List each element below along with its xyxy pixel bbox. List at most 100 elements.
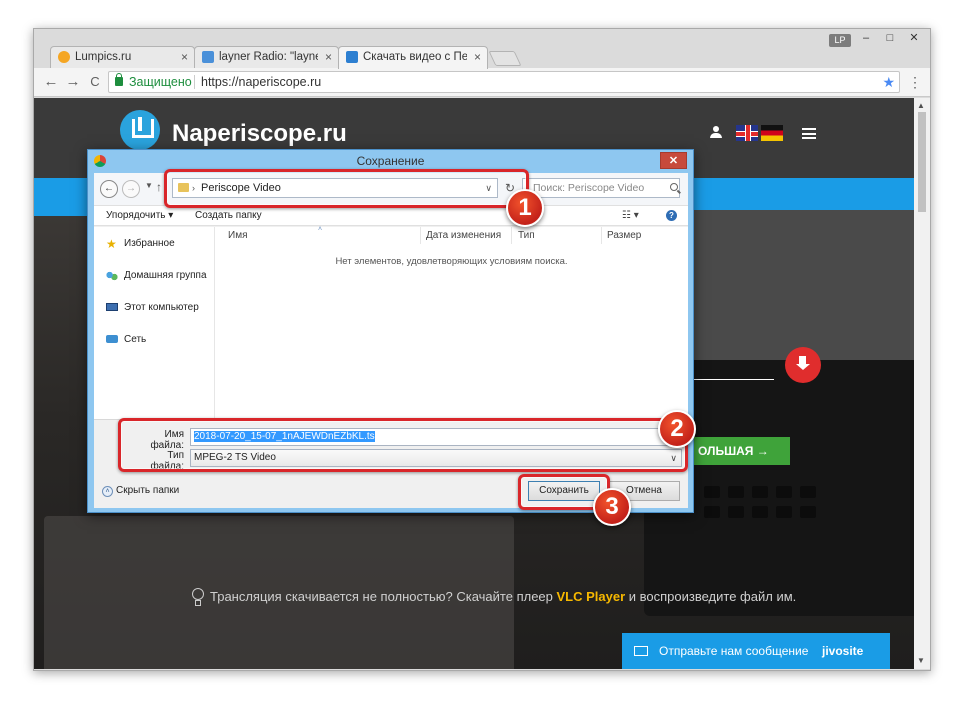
nav-item-this-pc[interactable]: Этот компьютер <box>106 301 199 315</box>
nav-item-favorites[interactable]: ★ Избранное <box>106 237 175 251</box>
nav-item-homegroup[interactable]: Домашняя группа <box>106 269 207 283</box>
column-type[interactable]: Тип <box>518 230 535 241</box>
forward-button[interactable]: → <box>64 72 82 92</box>
browser-menu-icon[interactable]: ⋮ <box>908 72 922 92</box>
dialog-back-button[interactable]: ← <box>100 180 118 198</box>
new-folder-button[interactable]: Создать папку <box>195 206 262 225</box>
tab-close-icon[interactable]: × <box>325 47 332 67</box>
window-controls: – □ ✕ <box>854 31 926 45</box>
vlc-tip: Трансляция скачивается не полностью? Ска… <box>210 589 796 604</box>
nav-label: Избранное <box>124 238 175 249</box>
key-shape <box>752 506 768 518</box>
navigation-pane: ★ Избранное Домашняя группа Этот компьют… <box>94 227 215 419</box>
back-button[interactable]: ← <box>42 72 60 92</box>
collapse-icon: ˄ <box>102 486 113 497</box>
help-icon[interactable]: ? <box>666 210 677 221</box>
key-shape <box>752 486 768 498</box>
laptop-screen <box>659 210 914 360</box>
scroll-up-icon[interactable]: ▲ <box>917 101 925 110</box>
minimize-button[interactable]: – <box>854 31 878 45</box>
naperiscope-favicon-icon <box>346 51 358 63</box>
view-options-button[interactable]: ☷ ▾ <box>622 206 639 225</box>
nav-label: Домашняя группа <box>124 270 207 281</box>
tab-close-icon[interactable]: × <box>474 47 481 67</box>
key-shape <box>800 486 816 498</box>
tab-lumpics[interactable]: Lumpics.ru × <box>50 46 195 68</box>
tab-naperiscope[interactable]: Скачать видео с Перископ × <box>338 46 488 69</box>
more-button[interactable]: ОЛЬШАЯ → <box>694 437 790 465</box>
bookmark-star-icon[interactable]: ★ <box>882 72 895 92</box>
dialog-command-bar: Упорядочить ▾ Создать папку ☷ ▾ ? <box>94 205 688 226</box>
lumpics-favicon-icon <box>58 51 70 63</box>
history-dropdown-icon[interactable]: ▼ <box>145 181 153 190</box>
callout-ring-fields <box>118 418 688 472</box>
reload-button[interactable]: C <box>86 72 104 92</box>
vertical-scrollbar[interactable]: ▲ ▼ <box>914 98 930 669</box>
de-flag-icon[interactable] <box>761 125 783 141</box>
up-folder-icon[interactable]: ↑ <box>156 180 162 194</box>
site-logo-text[interactable]: Naperiscope.ru <box>172 120 347 148</box>
jivo-chat-widget[interactable]: Отправьте нам сообщение jivosite <box>622 633 890 669</box>
column-size[interactable]: Размер <box>607 230 641 241</box>
homegroup-icon <box>106 271 118 281</box>
dialog-close-button[interactable]: ✕ <box>660 152 687 169</box>
empty-folder-message: Нет элементов, удовлетворяющих условиям … <box>335 256 568 267</box>
callout-badge-3: 3 <box>593 488 631 526</box>
profile-badge[interactable]: LP <box>829 34 851 47</box>
address-bar[interactable]: Защищено https://naperiscope.ru ★ <box>108 71 900 93</box>
column-date[interactable]: Дата изменения <box>426 230 501 241</box>
maximize-button[interactable]: □ <box>878 31 902 45</box>
nav-item-network[interactable]: Сеть <box>106 333 146 347</box>
browser-toolbar: ← → C Защищено https://naperiscope.ru ★ … <box>34 68 930 97</box>
tab-label: Lumpics.ru <box>75 51 132 63</box>
column-name[interactable]: Имя <box>228 230 247 241</box>
sort-arrow-icon: ˄ <box>318 226 323 233</box>
key-shape <box>800 506 816 518</box>
tab-label: layner Radio: "layner Radio" <box>219 51 318 63</box>
user-icon[interactable] <box>710 126 722 138</box>
search-icon[interactable] <box>670 183 678 191</box>
scroll-down-icon[interactable]: ▼ <box>917 656 925 665</box>
nav-label: Сеть <box>124 334 147 345</box>
key-shape <box>728 486 744 498</box>
column-divider[interactable] <box>420 227 421 244</box>
chat-label: Отправьте нам сообщение <box>659 644 809 658</box>
lock-icon <box>115 73 123 86</box>
organize-button[interactable]: Упорядочить ▾ <box>106 206 173 225</box>
callout-badge-1: 1 <box>506 189 544 227</box>
lightbulb-icon <box>191 588 204 606</box>
key-shape <box>728 506 744 518</box>
dialog-search-input[interactable]: Поиск: Periscope Video <box>522 178 680 198</box>
download-logo-icon[interactable] <box>120 110 160 150</box>
download-button-icon[interactable] <box>785 347 821 383</box>
computer-icon <box>106 303 118 311</box>
column-divider[interactable] <box>511 227 512 244</box>
key-shape <box>704 506 720 518</box>
secure-label: Защищено <box>129 75 192 89</box>
tab-close-icon[interactable]: × <box>181 47 188 67</box>
hide-folders-label: Скрыть папки <box>116 485 180 496</box>
hamburger-menu-icon[interactable] <box>802 128 816 139</box>
omnibox-divider <box>194 75 195 89</box>
radio-favicon-icon <box>202 51 214 63</box>
tab-layner-radio[interactable]: layner Radio: "layner Radio" × <box>194 46 339 68</box>
scrollbar-thumb[interactable] <box>918 112 926 212</box>
close-window-button[interactable]: ✕ <box>902 31 926 45</box>
jivo-brand: jivosite <box>822 644 864 658</box>
nav-label: Этот компьютер <box>124 302 199 313</box>
new-tab-button[interactable] <box>488 51 522 66</box>
input-underline <box>690 379 774 380</box>
tab-label: Скачать видео с Перископ <box>363 51 467 63</box>
vlc-link[interactable]: VLC Player <box>557 589 626 604</box>
hide-folders-toggle[interactable]: ˄ Скрыть папки <box>102 485 180 497</box>
callout-ring-path <box>164 169 529 208</box>
dialog-forward-button[interactable]: → <box>122 180 140 198</box>
key-shape <box>776 486 792 498</box>
callout-badge-2: 2 <box>658 410 696 448</box>
uk-flag-icon[interactable] <box>736 125 758 141</box>
column-divider[interactable] <box>601 227 602 244</box>
url-text[interactable]: https://naperiscope.ru <box>201 72 321 92</box>
tab-bar: Lumpics.ru × layner Radio: "layner Radio… <box>34 29 930 69</box>
star-icon: ★ <box>106 237 117 251</box>
envelope-icon <box>634 646 648 656</box>
